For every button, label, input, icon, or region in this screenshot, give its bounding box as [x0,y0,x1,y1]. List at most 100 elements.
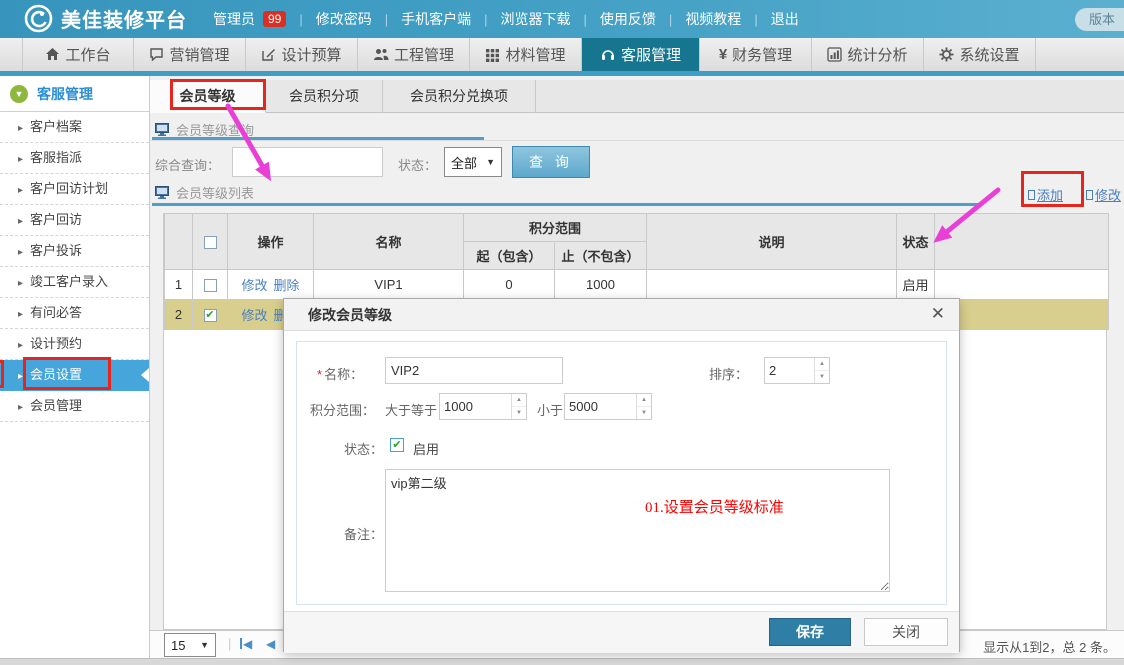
notification-badge[interactable]: 99 [263,11,286,27]
range-from-field[interactable] [440,394,510,419]
name-field[interactable] [385,357,563,384]
version-pill[interactable]: 版本 [1075,8,1124,31]
remark-textarea[interactable]: vip第二级 [385,469,890,592]
caret-right-icon: ▸ [18,154,23,165]
sidebar-item-customer-files[interactable]: ▸客户档案 [0,112,149,143]
first-page-icon[interactable]: ◀ [240,637,252,651]
sort-field[interactable] [765,358,813,383]
range-from-cell: 0 [464,270,555,300]
edit-row-link[interactable]: 修改 [241,308,267,323]
stepper-up-icon[interactable]: ▲ [815,358,829,371]
caret-right-icon: ▸ [18,402,23,413]
nav-tab-marketing[interactable]: 营销管理 [134,38,246,71]
app-logo: 美佳装修平台 [24,4,187,33]
menu-logout[interactable]: 退出 [771,9,799,29]
yen-icon: ¥ [719,46,727,63]
nav-tab-system-settings[interactable]: 系统设置 [924,38,1036,71]
col-name: 名称 [314,214,464,270]
modal-status-label: 状态： [344,439,383,458]
sidebar-title: 客服管理 [37,84,93,104]
col-range-from: 起（包含） [464,242,555,270]
edit-row-link[interactable]: 修改 [241,278,267,293]
search-button[interactable]: 查 询 [512,146,590,178]
delete-row-link[interactable]: 删除 [274,278,300,293]
admin-menu-item[interactable]: 管理员 [213,9,255,29]
chevron-down-icon: ▼ [200,640,209,650]
menu-feedback[interactable]: 使用反馈 [600,9,656,29]
tab-points-exchange[interactable]: 会员积分兑换项 [383,80,536,113]
sidebar-item-complaints[interactable]: ▸客户投诉 [0,236,149,267]
stepper-down-icon[interactable]: ▼ [637,407,651,420]
chevron-down-circle-icon: ▼ [10,85,28,103]
select-all-checkbox[interactable] [204,236,217,249]
chevron-down-icon: ▼ [486,157,495,167]
range-label: 积分范围： [310,400,375,419]
sidebar-item-member-settings[interactable]: ▸会员设置 [0,360,149,391]
monitor-icon [155,123,169,136]
grid-icon [485,47,500,62]
select-all-header [193,214,228,270]
caret-right-icon: ▸ [18,185,23,196]
tab-member-points[interactable]: 会员积分项 [266,80,383,113]
col-status: 状态 [897,214,935,270]
content-tabs: 会员等级 会员积分项 会员积分兑换项 [150,80,1124,113]
modal-form-panel: *名称： 排序： ▲▼ 积分范围： 大于等于 ▲▼ 小于 ▲▼ 状态： ✔ 启用… [296,341,947,605]
range-to-field[interactable] [565,394,635,419]
sidebar-item-service-dispatch[interactable]: ▸客服指派 [0,143,149,174]
prev-page-icon[interactable]: ◀ [266,637,275,651]
modal-title: 修改会员等级 [308,299,392,331]
stepper-down-icon[interactable]: ▼ [512,407,526,420]
page-size-select[interactable]: 15 ▼ [164,633,216,657]
empty-cell [935,300,1109,330]
menu-video-tutorial[interactable]: 视频教程 [685,9,741,29]
close-icon[interactable]: ✕ [931,304,945,324]
list-section-title: 会员等级列表 [155,183,254,202]
enabled-checkbox[interactable]: ✔ [390,438,404,452]
description-cell [647,270,897,300]
sidebar-item-member-management[interactable]: ▸会员管理 [0,391,149,422]
top-menu: 管理员 99 | 修改密码 | 手机客户端 | 浏览器下载 | 使用反馈 | 视… [213,0,799,38]
keyword-label: 综合查询： [155,155,220,174]
range-to-cell: 1000 [555,270,647,300]
row-number-header [165,214,193,270]
nav-tab-design-budget[interactable]: 设计预算 [246,38,358,71]
menu-browser-download[interactable]: 浏览器下载 [501,9,571,29]
sort-label: 排序： [709,364,748,383]
search-input[interactable] [232,147,383,177]
add-link[interactable]: 添加 [1028,185,1063,204]
gear-icon [939,47,954,62]
nav-tab-finance[interactable]: ¥ 财务管理 [700,38,812,71]
name-label: *名称： [317,364,363,383]
caret-right-icon: ▸ [18,123,23,134]
stepper-up-icon[interactable]: ▲ [637,394,651,407]
close-button[interactable]: 关闭 [864,618,948,646]
active-notch [141,368,149,382]
pagination-info: 显示从1到2，总 2 条。 [983,637,1116,656]
empty-cell [935,270,1109,300]
stepper-down-icon[interactable]: ▼ [815,371,829,384]
nav-tab-statistics[interactable]: 统计分析 [812,38,924,71]
menu-change-password[interactable]: 修改密码 [316,9,372,29]
app-title: 美佳装修平台 [61,4,187,33]
enabled-option-label: 启用 [413,439,439,458]
row-checkbox[interactable] [204,279,217,292]
menu-mobile-client[interactable]: 手机客户端 [401,9,471,29]
nav-tab-engineering[interactable]: 工程管理 [358,38,470,71]
home-icon [45,47,60,62]
sidebar-item-customer-visit[interactable]: ▸客户回访 [0,205,149,236]
sidebar-item-completed-entry[interactable]: ▸竣工客户录入 [0,267,149,298]
col-operation: 操作 [228,214,314,270]
caret-right-icon: ▸ [18,247,23,258]
tab-member-level[interactable]: 会员等级 [150,80,266,113]
sidebar-item-design-appointment[interactable]: ▸设计预约 [0,329,149,360]
sidebar-item-qa[interactable]: ▸有问必答 [0,298,149,329]
status-select[interactable]: 全部 ▼ [444,147,502,177]
nav-tab-customer-service[interactable]: 客服管理 [582,38,700,71]
stepper-up-icon[interactable]: ▲ [512,394,526,407]
nav-tab-workbench[interactable]: 工作台 [22,38,134,71]
row-checkbox[interactable]: ✔ [204,309,217,322]
modify-link[interactable]: 修改 [1086,185,1121,204]
save-button[interactable]: 保存 [769,618,851,646]
nav-tab-materials[interactable]: 材料管理 [470,38,582,71]
sidebar-item-visit-plan[interactable]: ▸客户回访计划 [0,174,149,205]
